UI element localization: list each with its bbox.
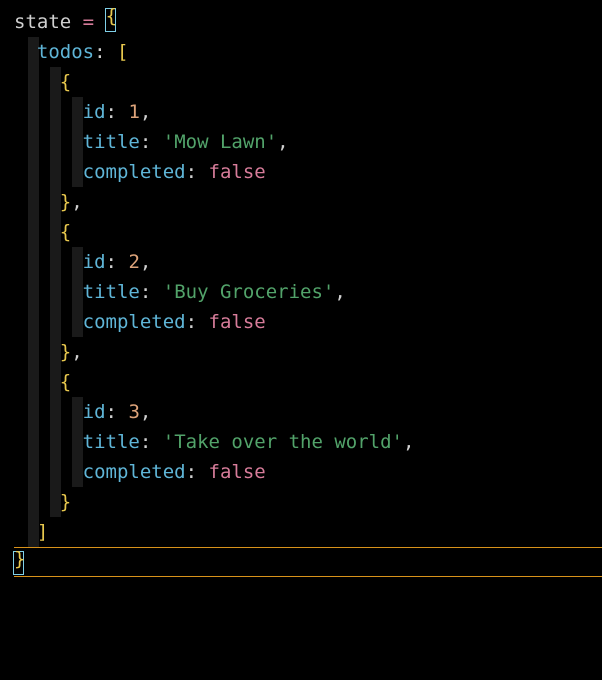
open-brace: { [60, 71, 71, 93]
property-key: title [83, 431, 140, 453]
number-literal: 3 [128, 401, 139, 423]
boolean-literal: false [209, 461, 266, 483]
code-line: { [14, 67, 602, 97]
code-line: { [14, 217, 602, 247]
string-literal: 'Buy Groceries' [163, 281, 335, 303]
number-literal: 2 [128, 251, 139, 273]
close-brace: } [60, 341, 71, 363]
matching-brace-highlight: } [13, 551, 24, 575]
text-cursor: { [105, 8, 116, 32]
code-line: todos: [ [14, 37, 602, 67]
code-line: completed: false [14, 307, 602, 337]
code-line: id: 2, [14, 247, 602, 277]
boolean-literal: false [209, 311, 266, 333]
variable-name: state [14, 11, 71, 33]
code-line: completed: false [14, 157, 602, 187]
assign-operator: = [83, 11, 94, 33]
code-line: completed: false [14, 457, 602, 487]
code-line: id: 3, [14, 397, 602, 427]
string-literal: 'Mow Lawn' [163, 131, 277, 153]
property-key: completed [83, 311, 186, 333]
code-line: }, [14, 337, 602, 367]
property-key: id [83, 401, 106, 423]
code-line: }, [14, 187, 602, 217]
code-editor[interactable]: state = { todos: [ { id: 1, title: 'Mow … [0, 0, 602, 580]
string-literal: 'Take over the world' [163, 431, 403, 453]
property-key: title [83, 131, 140, 153]
property-key: id [83, 251, 106, 273]
close-brace: } [60, 191, 71, 213]
close-brace: } [60, 491, 71, 513]
code-line: } [14, 547, 602, 580]
code-line: id: 1, [14, 97, 602, 127]
open-brace: { [60, 371, 71, 393]
code-line: ] [14, 517, 602, 547]
close-bracket: ] [37, 521, 48, 543]
property-key: completed [83, 461, 186, 483]
property-key: id [83, 101, 106, 123]
boolean-literal: false [209, 161, 266, 183]
open-bracket: [ [117, 41, 128, 63]
property-key: todos [37, 41, 94, 63]
code-line: title: 'Buy Groceries', [14, 277, 602, 307]
code-line: { [14, 367, 602, 397]
open-brace: { [60, 221, 71, 243]
number-literal: 1 [128, 101, 139, 123]
code-line: } [14, 487, 602, 517]
code-line: title: 'Take over the world', [14, 427, 602, 457]
code-line: title: 'Mow Lawn', [14, 127, 602, 157]
property-key: title [83, 281, 140, 303]
code-line: state = { [14, 4, 602, 37]
property-key: completed [83, 161, 186, 183]
